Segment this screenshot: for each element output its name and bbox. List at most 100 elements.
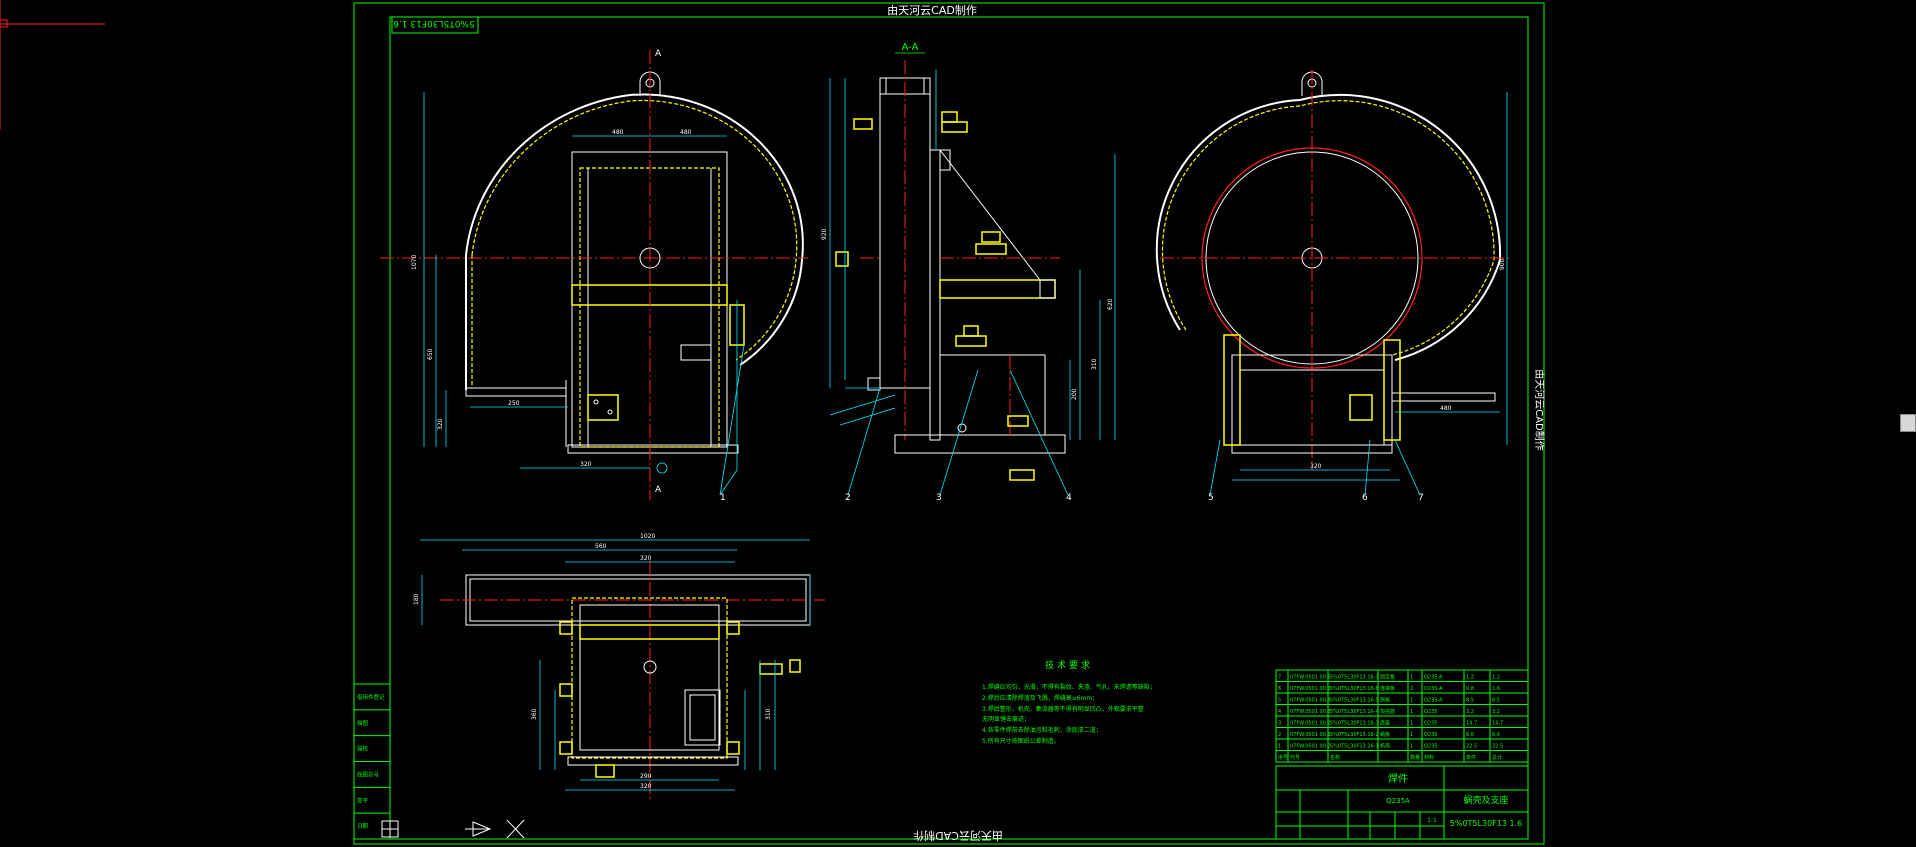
parts-cell-sum: 6.6 xyxy=(1492,732,1500,738)
parts-cell-desc: 机壳 xyxy=(1380,743,1390,750)
tech-req-line-1: 1.焊缝应均匀、光滑，不得有裂纹、夹渣、气孔、未焊透等缺陷； xyxy=(982,683,1156,691)
parts-cell-code: 07FW.0501 00.0 xyxy=(1290,744,1331,750)
svg-text:290: 290 xyxy=(640,773,652,780)
section-marker-bottom: A xyxy=(655,485,662,495)
parts-cell-sum: 1.2 xyxy=(1492,675,1500,681)
front-view: 1070 650 320 480 480 320 250 A A 1 xyxy=(380,49,808,503)
parts-header-cell: 数量 xyxy=(1410,754,1420,761)
parts-cell-mat: Q235-A xyxy=(1424,686,1443,692)
scale: 1:1 xyxy=(1427,817,1437,824)
svg-text:480: 480 xyxy=(680,129,692,136)
parts-cell-qty: 1 xyxy=(1410,732,1413,738)
assembly-name: 蜗壳及支座 xyxy=(1463,794,1508,806)
parts-cell-wt: 3.2 xyxy=(1466,709,1474,715)
parts-cell-no: 1 xyxy=(1278,744,1281,750)
parts-header-cell: 总计 xyxy=(1492,754,1502,761)
parts-cell-desc: 侧板 xyxy=(1380,697,1390,704)
watermark-right: 由天河云CAD制作 xyxy=(1533,369,1546,451)
part-name: 焊件 xyxy=(1388,773,1408,785)
parts-cell-desc: 固定板 xyxy=(1380,674,1395,681)
svg-text:920: 920 xyxy=(821,228,828,240)
parts-cell-mat: Q235 xyxy=(1424,744,1437,750)
parts-cell-name: 5%0T5L30F13.16-7 xyxy=(1330,675,1379,681)
parts-header-cell: 名称 xyxy=(1330,754,1340,761)
vertical-scrollbar-thumb[interactable] xyxy=(1900,414,1916,432)
svg-text:650: 650 xyxy=(427,348,434,360)
parts-cell-code: 07FW.0501 00.2 xyxy=(1290,721,1331,727)
watermark-bottom: 由天河云CAD制作 xyxy=(913,829,1003,843)
parts-list: 7 07FW.0501 00.6 5%0T5L30F13.16-7 1 Q235-A 1.… xyxy=(1275,669,1529,763)
strip-label: 日期 xyxy=(357,823,369,830)
side-view: 900 480 320 5 6 7 xyxy=(1155,70,1510,503)
parts-cell-no: 3 xyxy=(1278,721,1281,727)
parts-cell-mat: Q235 xyxy=(1424,732,1437,738)
drawing-code: 5%0T5L30F13 1.6 xyxy=(1450,819,1522,828)
parts-cell-qty: 1 xyxy=(1410,744,1413,750)
svg-text:180: 180 xyxy=(413,593,420,605)
section-title: A-A xyxy=(902,42,919,53)
revision-strip: 借用件登记描图描校底图总号签字日期 xyxy=(353,683,391,840)
balloon-1: 1 xyxy=(720,493,726,503)
parts-cell-sum: 3.2 xyxy=(1492,709,1500,715)
parts-cell-name: 5%0T5L30F13.16-4 xyxy=(1330,709,1379,715)
svg-text:320: 320 xyxy=(640,783,652,790)
parts-cell-sum: 14.7 xyxy=(1492,721,1503,727)
svg-text:620: 620 xyxy=(1107,298,1114,310)
tech-req-line-4: 无明显锤击痕迹； xyxy=(982,715,1030,723)
parts-cell-name: 5%0T5L30F13.16-5 xyxy=(1330,698,1379,704)
parts-cell-mat: Q235-A xyxy=(1424,698,1443,704)
balloon-7: 7 xyxy=(1418,493,1424,503)
strip-label: 描图 xyxy=(357,719,369,727)
parts-cell-code: 07FW.0501 00.1 xyxy=(1290,732,1331,738)
svg-text:320: 320 xyxy=(437,418,444,430)
parts-cell-name: 5%0T5L30F13.16-3 xyxy=(1330,721,1379,727)
parts-cell-name: 5%0T5L30F13.16-1 xyxy=(1330,744,1379,750)
parts-cell-name: 5%0T5L30F13.16-2 xyxy=(1330,732,1379,738)
parts-cell-desc: 加强筋 xyxy=(1380,708,1395,715)
parts-cell-wt: 6.6 xyxy=(1466,732,1474,738)
parts-cell-no: 2 xyxy=(1278,732,1281,738)
parts-cell-qty: 2 xyxy=(1410,686,1413,692)
technical-requirements: 技术要求 1.焊缝应均匀、光滑，不得有裂纹、夹渣、气孔、未焊透等缺陷； 2.焊后… xyxy=(982,659,1156,745)
strip-label: 签字 xyxy=(357,796,369,804)
parts-cell-wt: 0.8 xyxy=(1466,686,1474,692)
parts-cell-wt: 1.2 xyxy=(1466,675,1474,681)
parts-cell-mat: Q235-A xyxy=(1424,675,1443,681)
parts-cell-code: 07FW.0501 00.6 xyxy=(1290,675,1331,681)
cad-drawing-canvas[interactable]: .frame { stroke:#00ff00; fill:none; stro… xyxy=(0,0,1916,847)
balloon-2: 2 xyxy=(845,493,851,503)
svg-text:320: 320 xyxy=(640,555,652,562)
svg-text:900: 900 xyxy=(1499,258,1506,270)
parts-cell-desc: 连接板 xyxy=(1380,685,1395,692)
parts-cell-name: 5%0T5L30F13.16-6 xyxy=(1330,686,1379,692)
parts-cell-sum: 1.6 xyxy=(1492,686,1500,692)
parts-cell-code: 07FW.0501 00.5 xyxy=(1290,686,1331,692)
parts-cell-no: 6 xyxy=(1278,686,1281,692)
parts-cell-code: 07FW.0501 00.3 xyxy=(1290,709,1331,715)
parts-cell-sum: 8.5 xyxy=(1492,698,1500,704)
svg-text:310: 310 xyxy=(1091,358,1098,370)
svg-text:310: 310 xyxy=(765,708,772,720)
parts-cell-code: 07FW.0501 00.4 xyxy=(1290,698,1331,704)
balloon-3: 3 xyxy=(936,493,942,503)
strip-label: 底图总号 xyxy=(357,770,380,778)
svg-text:480: 480 xyxy=(612,129,624,136)
strip-label: 描校 xyxy=(357,745,369,753)
section-marker-top: A xyxy=(655,49,662,59)
title-block: 焊件 Q235A 蜗壳及支座 5%0T5L30F13 1.6 1:1 xyxy=(1275,765,1529,840)
parts-cell-no: 4 xyxy=(1278,709,1281,715)
parts-cell-qty: 1 xyxy=(1410,721,1413,727)
ucs-icons-bottom xyxy=(381,819,525,839)
parts-cell-no: 5 xyxy=(1278,698,1281,704)
parts-cell-qty: 1 xyxy=(1410,698,1413,704)
top-view: 1020 560 320 180 320 290 360 310 xyxy=(413,533,825,800)
parts-header-cell: 序号 xyxy=(1278,754,1288,761)
parts-cell-qty: 1 xyxy=(1410,709,1413,715)
balloon-6: 6 xyxy=(1362,493,1368,503)
ucs-marker xyxy=(0,0,105,130)
parts-header-cell: 单件 xyxy=(1466,754,1476,761)
parts-cell-wt: 22.5 xyxy=(1466,744,1477,750)
section-view-aa: A-A 920 620 310 200 2 3 4 xyxy=(821,42,1116,503)
svg-text:560: 560 xyxy=(595,543,607,550)
parts-cell-mat: Q235 xyxy=(1424,721,1437,727)
